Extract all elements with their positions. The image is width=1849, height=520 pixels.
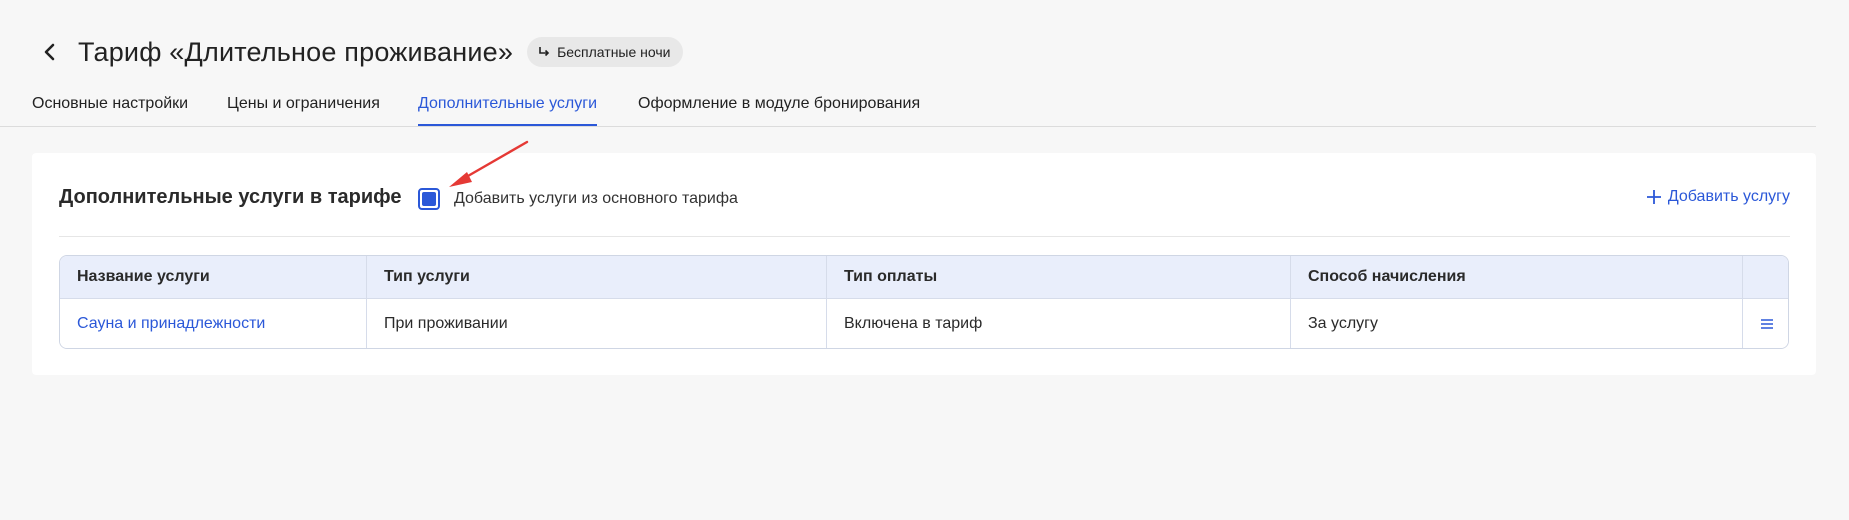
plus-icon (1646, 190, 1661, 204)
tab-basic-settings[interactable]: Основные настройки (32, 94, 188, 126)
tab-bar: Основные настройки Цены и ограничения До… (0, 92, 1816, 127)
service-type-cell: При проживании (367, 299, 827, 348)
table-row: Сауна и принадлежности При проживании Вк… (60, 299, 1788, 348)
column-header-service-name: Название услуги (60, 256, 367, 298)
tab-booking-module-design[interactable]: Оформление в модуле бронирования (638, 94, 920, 126)
section-title: Дополнительные услуги в тарифе (59, 186, 402, 208)
checkbox-label: Добавить услуги из основного тарифа (454, 190, 738, 207)
back-button[interactable] (32, 34, 68, 70)
page-header: Тариф «Длительное проживание» Бесплатные… (32, 30, 683, 74)
service-name-link[interactable]: Сауна и принадлежности (60, 299, 367, 348)
badge-label: Бесплатные ночи (557, 44, 671, 60)
return-arrow-icon (539, 47, 550, 57)
column-header-charge-method: Способ начисления (1291, 256, 1743, 298)
include-base-services-checkbox[interactable] (418, 188, 440, 210)
checkbox-checked-mark (422, 192, 436, 206)
table-header: Название услуги Тип услуги Тип оплаты Сп… (60, 256, 1788, 299)
tab-additional-services[interactable]: Дополнительные услуги (418, 94, 598, 126)
services-table: Название услуги Тип услуги Тип оплаты Сп… (59, 255, 1789, 349)
chevron-left-icon (44, 43, 55, 61)
add-service-label: Добавить услугу (1667, 188, 1790, 205)
column-header-actions (1743, 256, 1788, 298)
column-header-payment-type: Тип оплаты (827, 256, 1291, 298)
charge-method-cell: За услугу (1291, 299, 1743, 348)
page-title: Тариф «Длительное проживание» (78, 36, 514, 67)
row-menu-button[interactable] (1743, 299, 1788, 348)
hamburger-menu-icon (1760, 319, 1773, 329)
divider (59, 236, 1790, 237)
services-card: Дополнительные услуги в тарифе Добавить … (32, 153, 1816, 375)
payment-type-cell: Включена в тариф (827, 299, 1291, 348)
tab-prices-restrictions[interactable]: Цены и ограничения (227, 94, 380, 126)
column-header-service-type: Тип услуги (367, 256, 827, 298)
free-nights-badge[interactable]: Бесплатные ночи (527, 37, 683, 67)
add-service-button[interactable]: Добавить услугу (1646, 188, 1790, 206)
